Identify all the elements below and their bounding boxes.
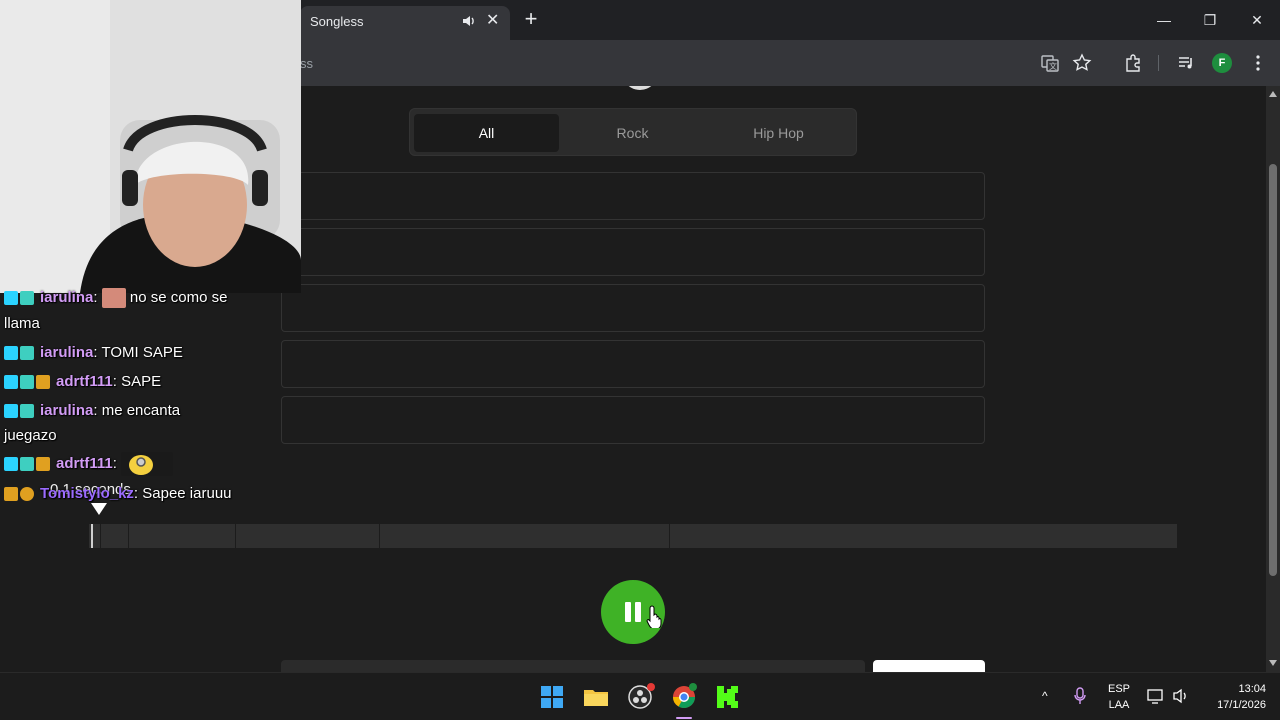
- progress-segment-divider: [669, 524, 670, 548]
- guess-slot-5: [281, 396, 985, 444]
- gift-badge-icon: [36, 457, 50, 472]
- minimize-icon[interactable]: —: [1154, 10, 1174, 30]
- tray-expand-icon[interactable]: ^: [1042, 689, 1048, 703]
- chat-username[interactable]: iarulina: [40, 344, 93, 361]
- language-top[interactable]: ESP: [1104, 683, 1134, 695]
- webcam-overlay: [0, 0, 301, 293]
- chat-message: iarulina: no se como se: [4, 284, 227, 312]
- obs-icon[interactable]: [624, 681, 656, 713]
- guess-slot-3: [281, 284, 985, 332]
- chat-message: iarulina: TOMI SAPE: [4, 339, 183, 367]
- tab-audio-icon[interactable]: [462, 14, 478, 30]
- svg-text:文: 文: [1049, 61, 1057, 71]
- crown-badge-icon: [4, 487, 18, 502]
- sword-badge-icon: [4, 457, 18, 472]
- kick-icon[interactable]: [712, 681, 744, 713]
- stream-chat-overlay: iarulina: no se como se llama iarulina: …: [0, 284, 290, 514]
- restore-icon[interactable]: ❐: [1200, 10, 1220, 30]
- extensions-icon[interactable]: [1123, 53, 1143, 73]
- scroll-up-icon[interactable]: [1269, 91, 1277, 97]
- bookmark-star-icon[interactable]: [1072, 53, 1092, 73]
- new-tab-button[interactable]: +: [520, 8, 542, 30]
- sub-badge-icon: [20, 346, 34, 361]
- screen: Songless ✕ + — ❐ ✕ ss 文 F All Rock Hip H…: [0, 0, 1280, 720]
- page-scrollbar[interactable]: [1266, 86, 1280, 672]
- volume-icon[interactable]: [1172, 687, 1190, 710]
- chat-username[interactable]: adrtf111: [56, 455, 113, 472]
- clock-date[interactable]: 17/1/2026: [1196, 699, 1266, 711]
- browser-tab[interactable]: Songless ✕: [300, 6, 510, 40]
- gift-badge-icon: [36, 375, 50, 390]
- genre-tabs: All Rock Hip Hop: [409, 108, 857, 156]
- sword-badge-icon: [4, 404, 18, 419]
- progress-segment-divider: [100, 524, 101, 548]
- file-explorer-icon[interactable]: [580, 681, 612, 713]
- chat-message-continuation: juegazo: [4, 427, 57, 444]
- sub-badge-icon: [20, 375, 34, 390]
- sword-badge-icon: [4, 346, 18, 361]
- progress-segment-divider: [379, 524, 380, 548]
- sub-badge-icon: [20, 457, 34, 472]
- song-search-input[interactable]: [281, 660, 865, 672]
- progress-segment-divider: [128, 524, 129, 548]
- tab-all[interactable]: All: [414, 114, 559, 152]
- guess-slot-4: [281, 340, 985, 388]
- chat-text: Sapee iaruuu: [142, 485, 232, 502]
- pause-icon-bar: [635, 602, 641, 622]
- tab-rock[interactable]: Rock: [560, 114, 705, 152]
- chat-text: no se como se: [129, 289, 228, 306]
- language-bottom[interactable]: LAA: [1104, 699, 1134, 711]
- tab-hip-hop[interactable]: Hip Hop: [706, 114, 851, 152]
- media-control-icon[interactable]: [1176, 53, 1196, 73]
- address-bar[interactable]: ss: [300, 56, 313, 71]
- sub-badge-icon: [20, 291, 34, 306]
- chat-text: TOMI SAPE: [101, 344, 183, 361]
- audio-progress-bar[interactable]: [89, 524, 1177, 548]
- scroll-down-icon[interactable]: [1269, 660, 1277, 666]
- windows-start-icon[interactable]: [536, 681, 568, 713]
- tab-close-icon[interactable]: ✕: [486, 12, 499, 30]
- minion-emote-icon: [121, 452, 174, 477]
- chat-username[interactable]: Tomistylo_kz: [40, 485, 134, 502]
- chat-username[interactable]: iarulina: [40, 402, 93, 419]
- microphone-icon[interactable]: [1073, 687, 1087, 710]
- sword-badge-icon: [4, 291, 18, 306]
- toolbar-separator: [1158, 55, 1159, 71]
- network-icon[interactable]: [1147, 687, 1165, 710]
- profile-avatar[interactable]: F: [1212, 53, 1232, 73]
- chat-message: iarulina: me encanta: [4, 397, 180, 425]
- chat-message-continuation: llama: [4, 315, 40, 332]
- chat-text: me encanta: [101, 402, 181, 419]
- menu-kebab-icon[interactable]: [1248, 53, 1268, 73]
- windows-taskbar: ^ ESP LAA 13:04 17/1/2026: [0, 672, 1280, 720]
- hand-cursor-icon: [646, 605, 662, 628]
- submit-button[interactable]: [873, 660, 985, 672]
- sub-badge-icon: [20, 404, 34, 419]
- progress-segment-divider: [235, 524, 236, 548]
- active-app-indicator: [676, 717, 692, 719]
- level-badge-icon: [20, 487, 34, 502]
- tab-title: Songless: [310, 14, 364, 29]
- guess-slot-1: [281, 172, 985, 220]
- chat-username[interactable]: adrtf111: [56, 373, 113, 390]
- chat-message: adrtf111: SAPE: [4, 368, 161, 396]
- chat-message: adrtf111:: [4, 450, 174, 478]
- guess-slot-2: [281, 228, 985, 276]
- chat-text: SAPE: [121, 373, 162, 390]
- chat-message: Tomistylo_kz: Sapee iaruuu: [4, 480, 232, 508]
- chrome-icon[interactable]: [668, 681, 700, 713]
- close-window-icon[interactable]: ✕: [1247, 10, 1267, 30]
- translate-icon[interactable]: 文: [1040, 53, 1060, 73]
- emote-icon: [101, 288, 126, 309]
- chat-username[interactable]: iarulina: [40, 289, 93, 306]
- logo-circle: [622, 86, 658, 90]
- pause-icon: [625, 602, 631, 622]
- scrollbar-thumb[interactable]: [1269, 164, 1277, 576]
- sword-badge-icon: [4, 375, 18, 390]
- playhead: [91, 524, 93, 548]
- clock-time[interactable]: 13:04: [1200, 683, 1266, 695]
